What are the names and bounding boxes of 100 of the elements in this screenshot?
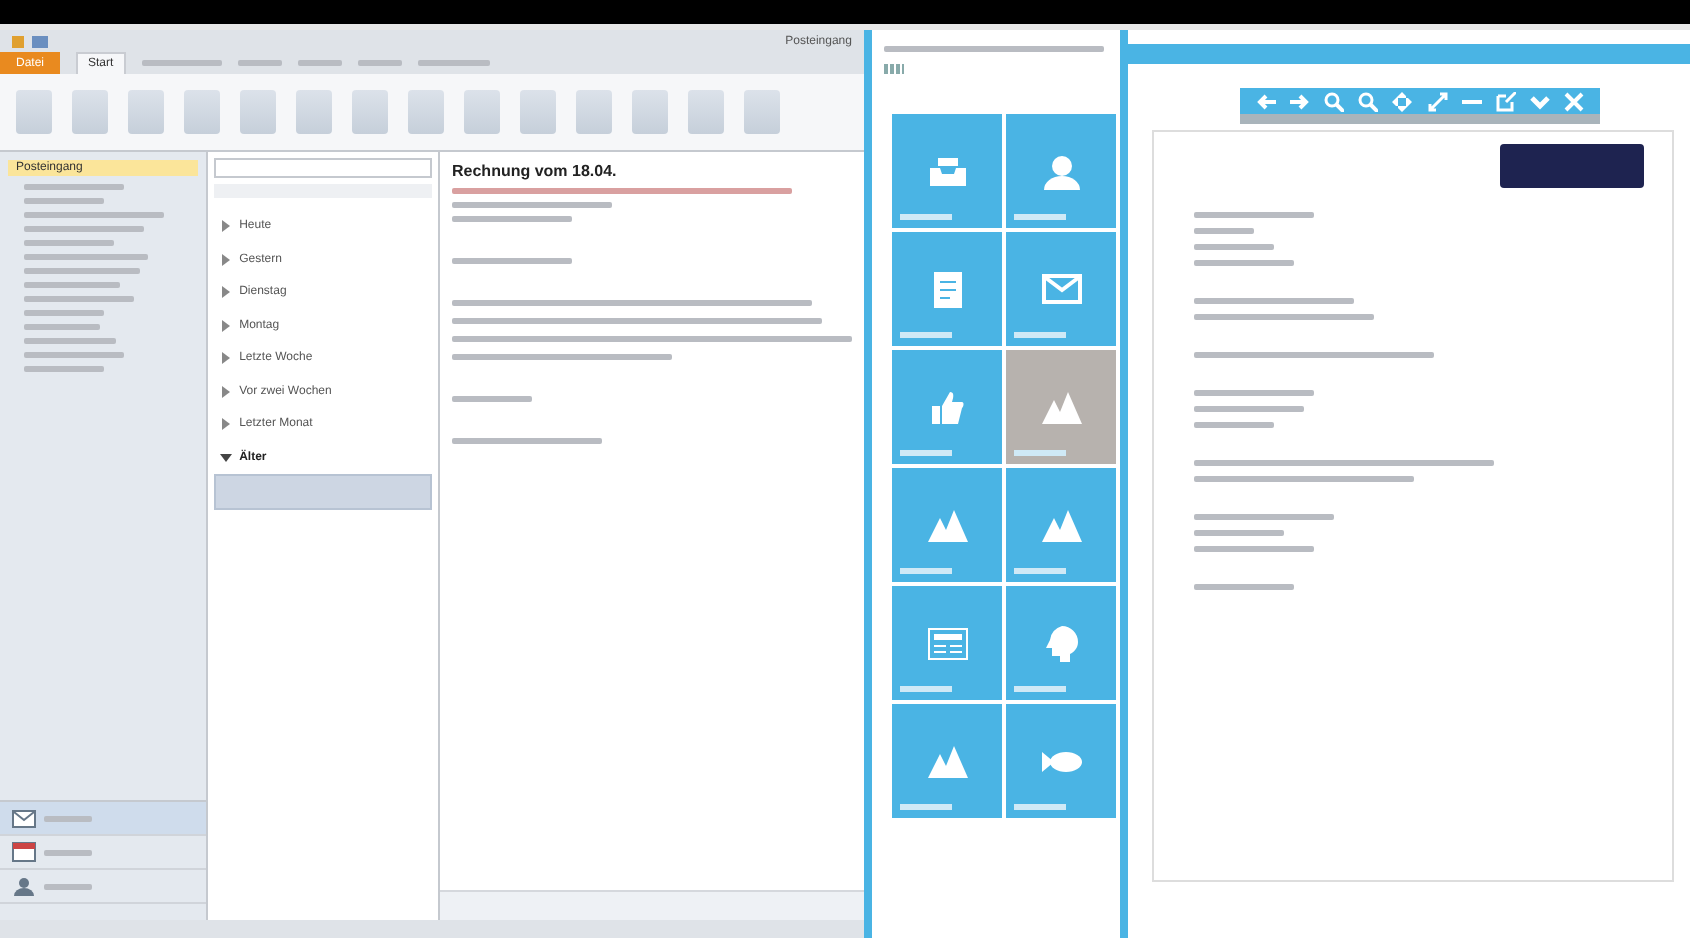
expand-icon[interactable] xyxy=(1427,91,1448,111)
blurred-text xyxy=(1194,228,1254,234)
blurred-text xyxy=(1194,212,1314,218)
message-subject: Rechnung vom 18.04. xyxy=(452,162,619,180)
blurred-text xyxy=(452,216,572,222)
blurred-text xyxy=(24,282,120,288)
blurred-text xyxy=(900,804,952,810)
blurred-text xyxy=(357,60,402,66)
app-tile[interactable] xyxy=(892,468,1002,582)
calendar-icon xyxy=(12,842,36,862)
blurred-text xyxy=(1014,214,1066,220)
mail-item[interactable] xyxy=(213,474,432,510)
app-tile[interactable] xyxy=(892,586,1002,700)
ribbon-button[interactable] xyxy=(128,90,164,134)
ribbon-button[interactable] xyxy=(72,90,108,134)
blurred-text xyxy=(1194,422,1274,428)
expand-icon xyxy=(219,352,232,365)
expand-icon xyxy=(219,286,232,299)
blurred-text xyxy=(24,366,104,372)
arrow-icon[interactable] xyxy=(1255,91,1276,111)
blurred-text xyxy=(452,396,532,402)
app-tile[interactable] xyxy=(892,114,1002,228)
blurred-text xyxy=(900,332,952,338)
blurred-text xyxy=(1194,530,1284,536)
blurred-text xyxy=(44,815,92,821)
ribbon-button[interactable] xyxy=(576,90,612,134)
blurred-text xyxy=(1194,406,1304,412)
arrow-icon[interactable] xyxy=(1289,91,1310,111)
nav-button[interactable] xyxy=(0,836,206,870)
blurred-text xyxy=(24,184,124,190)
blurred-text xyxy=(24,240,114,246)
people-pane[interactable] xyxy=(440,890,864,920)
zoom-icon[interactable] xyxy=(1323,91,1344,111)
app-tile[interactable] xyxy=(892,350,1002,464)
person-icon xyxy=(1043,153,1079,189)
ribbon-button[interactable] xyxy=(464,90,500,134)
blurred-text xyxy=(1194,546,1314,552)
ribbon-button[interactable] xyxy=(688,90,724,134)
blurred-text xyxy=(24,324,100,330)
app-tile[interactable] xyxy=(1006,232,1116,346)
close-icon[interactable] xyxy=(1564,91,1585,111)
blurred-text xyxy=(900,686,952,692)
mail-icon xyxy=(12,808,36,828)
blurred-text xyxy=(417,60,490,66)
app-tile[interactable] xyxy=(1006,586,1116,700)
ribbon-button[interactable] xyxy=(408,90,444,134)
head-icon xyxy=(1043,625,1079,661)
ribbon-button[interactable] xyxy=(352,90,388,134)
tray-icon xyxy=(929,157,965,185)
search-field[interactable] xyxy=(213,158,432,178)
blurred-text xyxy=(1194,514,1334,520)
blurred-text xyxy=(1014,450,1066,456)
blurred-text xyxy=(1194,390,1314,396)
blurred-text xyxy=(24,296,134,302)
blurred-text xyxy=(24,352,124,358)
chevron-icon[interactable] xyxy=(1530,91,1551,111)
app-tile[interactable] xyxy=(1006,704,1116,818)
ribbon-button[interactable] xyxy=(296,90,332,134)
blurred-text xyxy=(44,883,92,889)
app-tile[interactable] xyxy=(1006,114,1116,228)
ribbon-button[interactable] xyxy=(744,90,780,134)
blurred-text xyxy=(1194,584,1294,590)
thumbs-up-icon xyxy=(931,391,963,423)
blurred-text xyxy=(24,310,104,316)
mountain-icon xyxy=(1041,391,1081,423)
fish-icon xyxy=(1041,749,1081,773)
blurred-text xyxy=(24,338,116,344)
blurred-text xyxy=(1014,568,1066,574)
blurred-text xyxy=(141,60,222,66)
ribbon-button[interactable] xyxy=(184,90,220,134)
blurred-text xyxy=(24,212,164,218)
grid-icon[interactable] xyxy=(884,64,904,74)
expand-icon xyxy=(219,418,232,431)
ribbon-button[interactable] xyxy=(240,90,276,134)
move-icon[interactable] xyxy=(1392,91,1413,111)
expand-icon xyxy=(219,385,232,398)
blurred-text xyxy=(44,849,92,855)
ribbon-button[interactable] xyxy=(520,90,556,134)
zoom-icon[interactable] xyxy=(1358,91,1379,111)
blurred-text xyxy=(452,258,572,264)
blurred-text xyxy=(1014,804,1066,810)
ribbon-button[interactable] xyxy=(16,90,52,134)
app-tile[interactable] xyxy=(1006,468,1116,582)
blurred-text xyxy=(900,568,952,574)
blurred-text xyxy=(1194,260,1294,266)
blurred-text xyxy=(24,268,140,274)
blurred-text xyxy=(24,226,144,232)
mountain-icon xyxy=(927,509,967,541)
newspaper-icon xyxy=(927,627,967,659)
blurred-text xyxy=(1014,686,1066,692)
expand-icon xyxy=(219,220,232,233)
app-tile[interactable] xyxy=(1006,350,1116,464)
expand-icon xyxy=(219,319,232,332)
nav-button[interactable] xyxy=(0,802,206,836)
external-link-icon[interactable] xyxy=(1495,91,1516,111)
mountain-icon xyxy=(927,745,967,777)
app-tile[interactable] xyxy=(892,232,1002,346)
blurred-text xyxy=(24,198,104,204)
app-tile[interactable] xyxy=(892,704,1002,818)
ribbon-button[interactable] xyxy=(632,90,668,134)
